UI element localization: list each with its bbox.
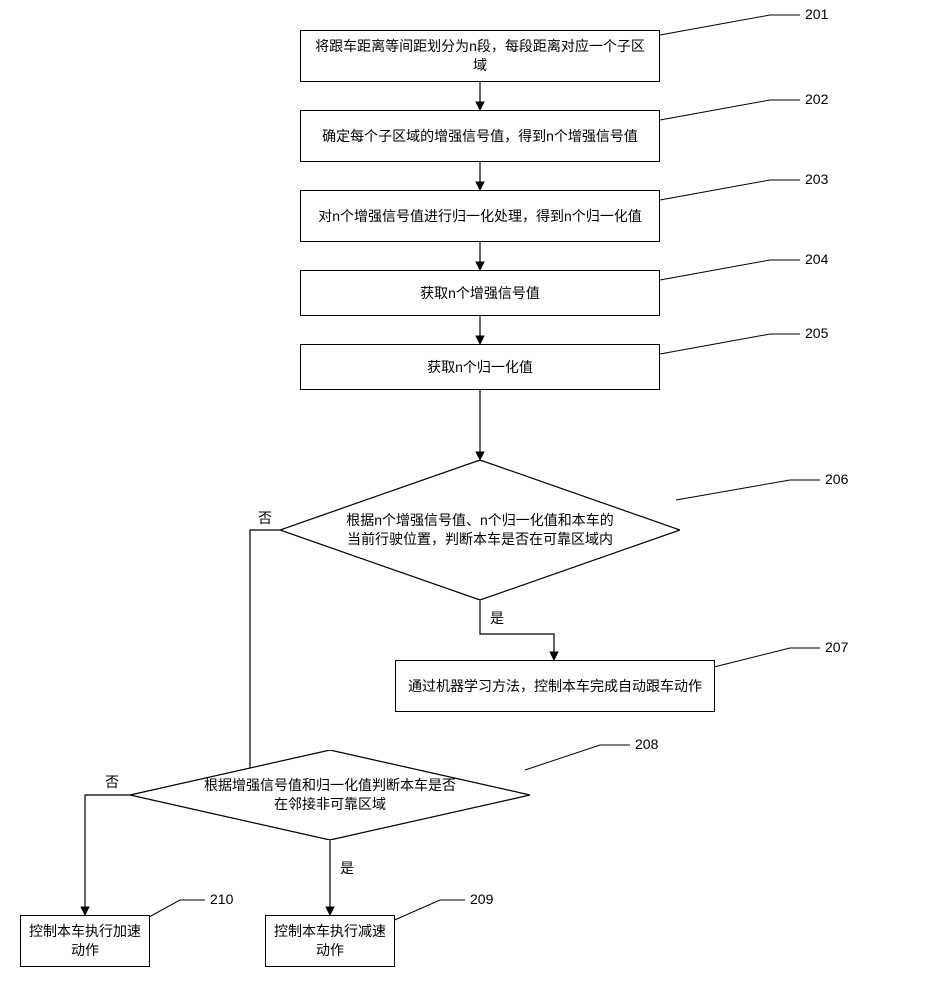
flowchart-canvas: 将跟车距离等间距划分为n段，每段距离对应一个子区域 201 确定每个子区域的增强…: [0, 0, 935, 1000]
process-210: 控制本车执行加速动作: [20, 915, 150, 967]
process-202-text: 确定每个子区域的增强信号值，得到n个增强信号值: [322, 127, 638, 146]
process-209: 控制本车执行减速动作: [265, 915, 395, 967]
decision-208: 根据增强信号值和归一化值判断本车是否在邻接非可靠区域: [130, 750, 530, 840]
process-205-text: 获取n个归一化值: [427, 358, 533, 377]
edge-label-208-no: 否: [105, 772, 119, 792]
process-205: 获取n个归一化值: [300, 344, 660, 390]
step-number-202: 202: [805, 91, 828, 107]
process-203-text: 对n个增强信号值进行归一化处理，得到n个归一化值: [318, 207, 642, 226]
edge-label-208-yes: 是: [340, 858, 354, 878]
process-210-text: 控制本车执行加速动作: [29, 922, 141, 960]
step-number-203: 203: [805, 171, 828, 187]
step-number-207: 207: [825, 639, 848, 655]
edge-label-206-no: 否: [258, 508, 272, 528]
step-number-208: 208: [635, 736, 658, 752]
decision-208-text: 根据增强信号值和归一化值判断本车是否在邻接非可靠区域: [200, 776, 460, 814]
decision-206: 根据n个增强信号值、n个归一化值和本车的当前行驶位置，判断本车是否在可靠区域内: [280, 460, 680, 600]
decision-206-text: 根据n个增强信号值、n个归一化值和本车的当前行驶位置，判断本车是否在可靠区域内: [340, 511, 620, 549]
step-number-205: 205: [805, 325, 828, 341]
process-207-text: 通过机器学习方法，控制本车完成自动跟车动作: [408, 677, 702, 696]
process-202: 确定每个子区域的增强信号值，得到n个增强信号值: [300, 110, 660, 162]
step-number-201: 201: [805, 6, 828, 22]
step-number-204: 204: [805, 251, 828, 267]
process-201-text: 将跟车距离等间距划分为n段，每段距离对应一个子区域: [309, 37, 651, 75]
process-204: 获取n个增强信号值: [300, 270, 660, 316]
process-201: 将跟车距离等间距划分为n段，每段距离对应一个子区域: [300, 30, 660, 82]
step-number-209: 209: [470, 891, 493, 907]
step-number-210: 210: [210, 891, 233, 907]
process-207: 通过机器学习方法，控制本车完成自动跟车动作: [395, 660, 715, 712]
step-number-206: 206: [825, 471, 848, 487]
edge-label-206-yes: 是: [490, 608, 504, 628]
process-204-text: 获取n个增强信号值: [420, 284, 540, 303]
process-203: 对n个增强信号值进行归一化处理，得到n个归一化值: [300, 190, 660, 242]
process-209-text: 控制本车执行减速动作: [274, 922, 386, 960]
